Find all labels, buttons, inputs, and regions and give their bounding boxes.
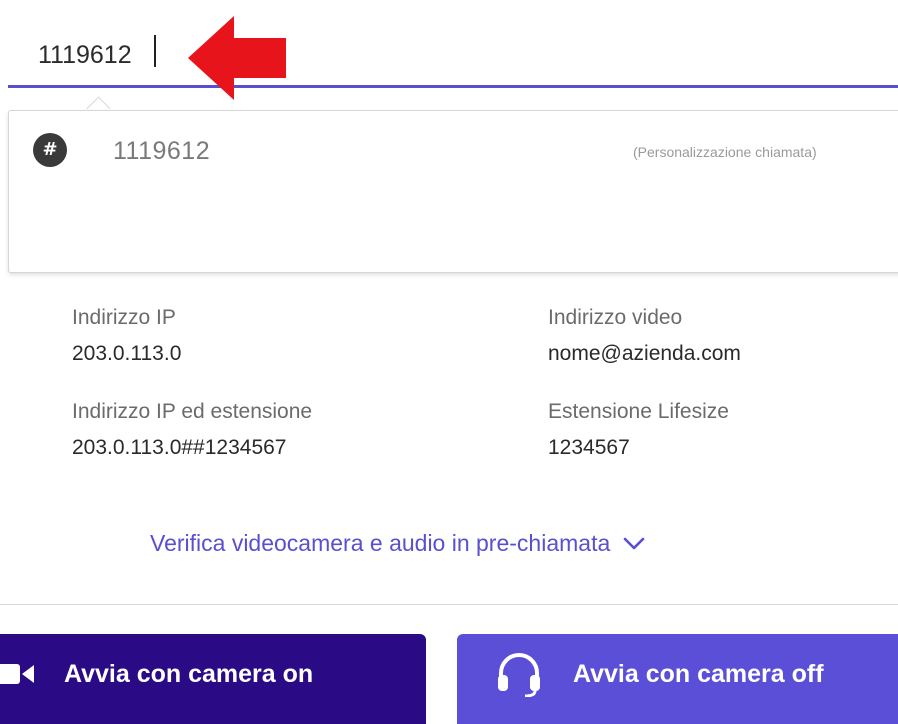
text-caret [154,35,156,67]
precall-check-label: Verifica videocamera e audio in pre-chia… [150,530,611,556]
call-dialer: # 1119612 (Personalizzazione chiamata) I… [0,0,898,724]
start-camera-on-label: Avvia con camera on [64,659,314,688]
suggestion-number: 1119612 [113,137,211,165]
ip-extension-value: 203.0.113.0##1234567 [72,436,287,459]
suggestion-type: (Personalizzazione chiamata) [633,144,817,160]
lifesize-extension-value: 1234567 [548,436,630,459]
ip-extension-label: Indirizzo IP ed estensione [72,400,313,423]
ip-address-value: 203.0.113.0 [72,342,182,365]
precall-check-link[interactable]: Verifica videocamera e audio in pre-chia… [150,530,646,557]
video-address-label: Indirizzo video [548,306,683,329]
start-camera-off-label: Avvia con camera off [573,659,824,688]
section-divider [0,604,898,605]
start-camera-on-button[interactable]: Avvia con camera on [0,634,426,724]
lifesize-extension-label: Estensione Lifesize [548,400,729,423]
video-address-value: nome@azienda.com [548,342,741,365]
start-camera-off-button[interactable]: Avvia con camera off [457,634,898,724]
video-camera-icon [0,662,36,686]
ip-address-label: Indirizzo IP [72,306,176,329]
hash-icon: # [33,133,67,167]
chevron-down-icon [623,537,645,549]
red-arrow-annotation-icon [188,16,286,100]
dial-input[interactable] [8,14,898,88]
suggestion-popup: # 1119612 (Personalizzazione chiamata) [8,110,898,273]
headset-icon [495,651,543,697]
